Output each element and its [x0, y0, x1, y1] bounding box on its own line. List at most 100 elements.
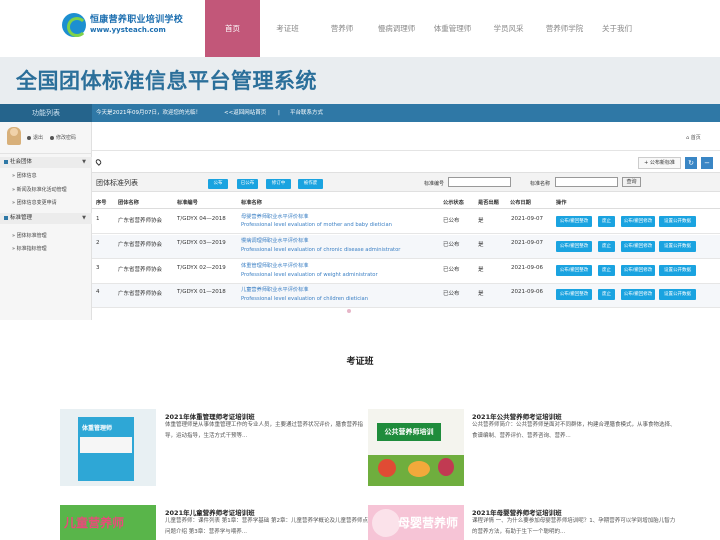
column-header: 是否出题 — [478, 200, 499, 206]
course-image-maternal[interactable]: 母婴营养师 — [368, 505, 464, 540]
filter-name-input[interactable] — [555, 177, 618, 187]
sidebar-item-news[interactable]: » 新闻及标准化活动管理 — [12, 186, 67, 193]
abolish-button[interactable]: 废止 — [598, 241, 615, 252]
row-number: 1 — [96, 216, 100, 222]
set-public-data-button[interactable]: 设置公开数据 — [659, 216, 696, 227]
publish-withdraw-edit-button[interactable]: 公布/撤回修改 — [621, 265, 655, 276]
nav-item-chronic[interactable]: 慢病调理师 — [369, 0, 424, 57]
nav-item-academy[interactable]: 营养师学院 — [536, 0, 593, 57]
row-code: T/GDYX 04—2018 — [177, 216, 226, 222]
filter-code-label: 标准编号 — [424, 181, 445, 187]
row-question: 是 — [478, 242, 484, 248]
group-square-icon — [4, 159, 8, 164]
course-desc: 儿童营养师：课件列表 第1章：营养学基础 第2章：儿童营养学概论及儿童营养师点问… — [165, 518, 368, 535]
nav-item-students[interactable]: 学员风采 — [481, 0, 536, 57]
row-org: 广东省营养师协会 — [118, 242, 163, 248]
search-button[interactable]: 查询 — [622, 177, 641, 187]
column-header: 团体名称 — [118, 200, 139, 206]
back-home-link[interactable]: <<返回网站首页 — [224, 104, 266, 122]
row-date: 2021-09-06 — [511, 265, 543, 271]
row-question: 是 — [478, 291, 484, 297]
key-icon — [50, 135, 54, 140]
course-image-weight[interactable]: 体重管理师 — [60, 409, 156, 486]
row-name-en: Professional level evaluation of weight … — [241, 272, 378, 278]
column-header: 序号 — [96, 200, 107, 206]
column-header: 标准名称 — [241, 200, 262, 206]
breadcrumb[interactable]: ⌂ 首页 — [686, 134, 701, 141]
chevron-down-icon: ▼ — [82, 215, 86, 221]
site-logo[interactable]: 恒康营养职业培训学校 www.yysteach.com — [62, 13, 183, 37]
filter-published-button[interactable]: 已公布 — [237, 179, 258, 189]
row-name-link[interactable]: 慢病调理师职业水平评价标准 — [241, 237, 308, 244]
nav-item-home[interactable]: 首页 — [205, 0, 260, 57]
course-desc: 公共营养师简介：公共营养师是面对不同群体，构建合理膳食模式，从事食物选择、食谱编… — [472, 422, 676, 439]
nav-item-weight[interactable]: 体重管理师 — [424, 0, 481, 57]
publish-withdraw-button[interactable]: 公布/撤回整改 — [556, 289, 592, 300]
filter-code-input[interactable] — [448, 177, 511, 187]
row-number: 4 — [96, 289, 100, 295]
panel-title: 团体标准列表 — [96, 179, 138, 187]
logout-icon — [27, 135, 31, 140]
change-password-link[interactable]: 修改密码 — [50, 134, 76, 141]
sidebar-group-standards[interactable]: 标准管理 ▼ — [0, 213, 92, 224]
sidebar-item-change-request[interactable]: » 团体信息变更申请 — [12, 199, 57, 206]
sidebar-group-org[interactable]: 社会团体 ▼ — [0, 157, 92, 168]
chevron-down-icon: ▼ — [82, 159, 86, 165]
publish-withdraw-edit-button[interactable]: 公布/撤回修改 — [621, 241, 655, 252]
nav-item-about[interactable]: 关于我们 — [593, 0, 641, 57]
row-org: 广东省营养师协会 — [118, 218, 163, 224]
row-name-en: Professional level evaluation of chronic… — [241, 247, 401, 253]
course-desc: 体重管理师是从事体重管理工作的专业人员，主要通过营养状况评价，膳食营养指导，运动… — [165, 422, 364, 439]
course-image-public[interactable]: 公共营养师培训 — [368, 409, 464, 486]
abolish-button[interactable]: 废止 — [598, 265, 615, 276]
publish-withdraw-edit-button[interactable]: 公布/撤回修改 — [621, 216, 655, 227]
filter-revising-button[interactable]: 修订中 — [266, 179, 291, 189]
sidebar-item-org-info[interactable]: » 团体信息 — [12, 172, 37, 179]
filter-name-label: 标准名称 — [530, 181, 551, 187]
column-header: 公布日期 — [510, 200, 531, 206]
filter-abolished-button[interactable]: 被作废 — [298, 179, 323, 189]
logo-url: www.yysteach.com — [90, 26, 166, 34]
row-name-link[interactable]: 儿童营养师职业水平评价标准 — [241, 286, 308, 293]
filter-publish-button[interactable]: 公布 — [208, 179, 228, 189]
nav-item-cert-class[interactable]: 考证班 — [260, 0, 315, 57]
function-list-title: 功能列表 — [0, 104, 92, 122]
contact-link[interactable]: 平台联系方式 — [290, 104, 323, 122]
divider — [92, 150, 720, 151]
row-status: 已公布 — [443, 291, 460, 297]
refresh-icon[interactable]: ↻ — [685, 157, 697, 169]
set-public-data-button[interactable]: 设置公开数据 — [659, 241, 696, 252]
publish-withdraw-button[interactable]: 公布/撤回整改 — [556, 265, 592, 276]
logout-link[interactable]: 退出 — [27, 134, 43, 141]
minus-icon[interactable]: − — [701, 157, 713, 169]
publish-withdraw-edit-button[interactable]: 公布/撤回修改 — [621, 289, 655, 300]
set-public-data-button[interactable]: 设置公开数据 — [659, 265, 696, 276]
abolish-button[interactable]: 废止 — [598, 216, 615, 227]
publish-withdraw-button[interactable]: 公布/撤回整改 — [556, 216, 592, 227]
topbar-separator: | — [278, 110, 280, 116]
logo-title: 恒康营养职业培训学校 — [90, 15, 184, 25]
row-code: T/GDYX 01—2018 — [177, 289, 226, 295]
row-name-link[interactable]: 体重管理师职业水平评价标准 — [241, 262, 308, 269]
row-date: 2021-09-07 — [511, 216, 543, 222]
nav-item-dietician[interactable]: 营养师 — [315, 0, 369, 57]
sidebar-item-standard-mgmt[interactable]: » 团体标准管理 — [12, 232, 47, 239]
row-org: 广东省营养师协会 — [118, 267, 163, 273]
kids-banner-label: 儿童营养师 — [64, 516, 125, 530]
publish-standard-button[interactable]: + 公布新标准 — [638, 157, 681, 169]
row-name-link[interactable]: 母婴营养师职业水平评价标准 — [241, 213, 308, 220]
food-banner-label: 公共营养师培训 — [377, 423, 441, 441]
baby-banner-label: 母婴营养师 — [398, 516, 459, 530]
abolish-button[interactable]: 废止 — [598, 289, 615, 300]
course-image-children[interactable]: 儿童营养师 — [60, 505, 156, 540]
row-status: 已公布 — [443, 267, 460, 273]
carousel-dot[interactable] — [347, 309, 351, 313]
publish-withdraw-button[interactable]: 公布/撤回整改 — [556, 241, 592, 252]
row-question: 是 — [478, 218, 484, 224]
avatar — [7, 127, 21, 145]
row-number: 3 — [96, 265, 100, 271]
set-public-data-button[interactable]: 设置公开数据 — [659, 289, 696, 300]
row-status: 已公布 — [443, 218, 460, 224]
column-header: 操作 — [556, 200, 567, 206]
sidebar-item-indicator-mgmt[interactable]: » 标准指标管理 — [12, 245, 47, 252]
